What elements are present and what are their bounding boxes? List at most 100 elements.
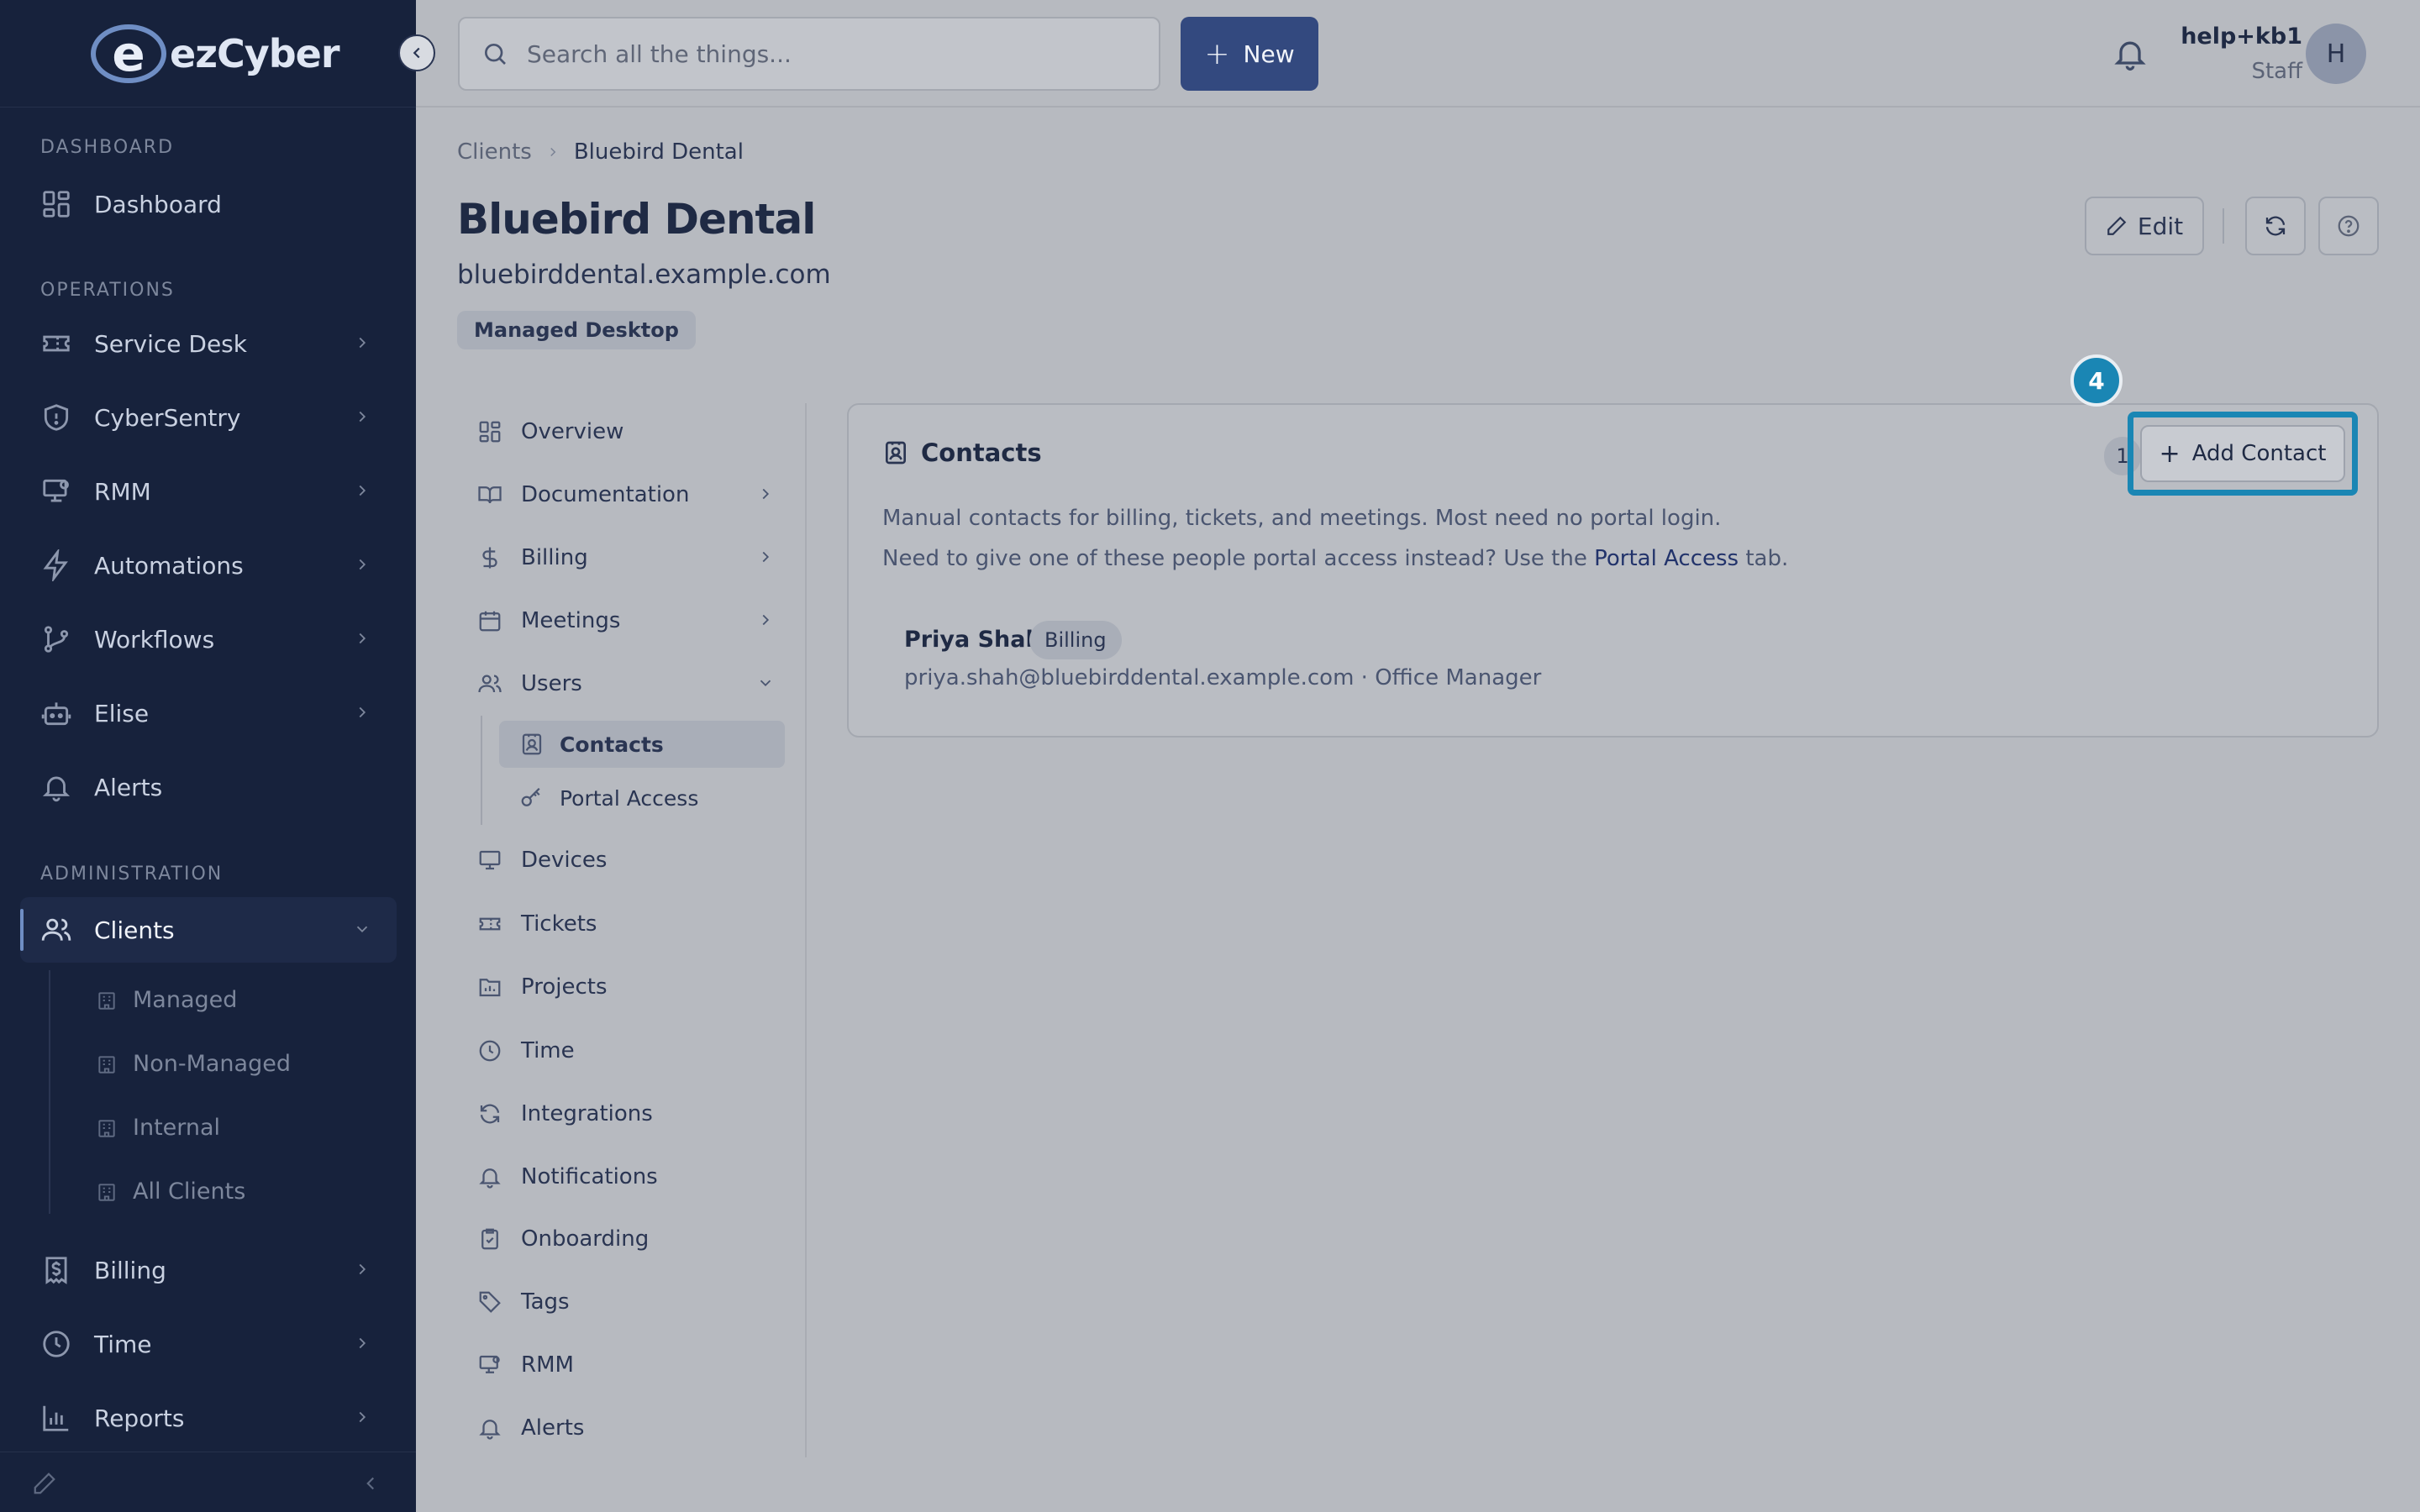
sidebar-item-label: Dashboard [94, 190, 222, 218]
sidebar: e ezCyber DASHBOARD Dashboard OPERATIONS… [0, 0, 416, 1512]
search-input[interactable] [527, 39, 1115, 68]
sidebar-item-dashboard[interactable]: Dashboard [20, 171, 397, 237]
new-button[interactable]: + New [1181, 17, 1318, 91]
subnav-projects[interactable]: Projects [472, 962, 783, 1012]
building-icon [98, 1119, 115, 1137]
sidebar-subitem-label: Internal [133, 1115, 221, 1141]
contact-name: Priya Shah [904, 627, 1042, 653]
sidebar-collapse-button[interactable] [398, 34, 435, 71]
bell-icon [479, 1420, 501, 1440]
plus-icon: + [1204, 36, 1230, 71]
subnav-users[interactable]: Users [472, 659, 783, 709]
user-name[interactable]: help+kb1 [2181, 24, 2302, 50]
help-button[interactable] [2318, 197, 2379, 255]
breadcrumb-separator-icon [550, 147, 556, 157]
chevron-left-icon [413, 47, 420, 59]
subnav-tickets[interactable]: Tickets [472, 899, 783, 949]
status-badge: Managed Desktop [457, 311, 696, 349]
user-role: Staff [2251, 59, 2302, 84]
dollar-icon [482, 547, 497, 569]
chevron-right-icon [359, 337, 366, 349]
edit-button[interactable]: Edit [2085, 197, 2204, 255]
avatar[interactable]: H [2306, 24, 2366, 84]
subnav-documentation[interactable]: Documentation [472, 470, 783, 520]
subnav-label: Contacts [560, 732, 664, 757]
chevron-right-icon [359, 485, 366, 496]
clipboard-check-icon [481, 1228, 498, 1250]
sidebar-item-automations[interactable]: Automations [20, 533, 397, 598]
portal-access-link[interactable]: Portal Access [1594, 546, 1739, 571]
sidebar-item-label: RMM [94, 477, 151, 506]
sidebar-item-clients[interactable]: Clients [20, 897, 397, 963]
logo[interactable]: e ezCyber [0, 0, 416, 108]
subnav-devices[interactable]: Devices [472, 835, 783, 885]
building-icon [98, 991, 115, 1010]
chevron-right-icon [762, 614, 770, 626]
section-label-operations: OPERATIONS [40, 280, 175, 301]
subnav-contacts[interactable]: Contacts [499, 721, 785, 768]
contacts-portal-hint: Need to give one of these people portal … [882, 546, 1788, 571]
robot-icon [41, 702, 71, 726]
sidebar-item-billing[interactable]: Billing [20, 1237, 397, 1303]
sidebar-subitem-non-managed[interactable]: Non-Managed [96, 1051, 291, 1077]
section-label-dashboard: DASHBOARD [40, 137, 175, 158]
subnav-overview[interactable]: Overview [472, 407, 783, 457]
subnav-meetings[interactable]: Meetings [472, 596, 783, 646]
pencil-icon [2107, 216, 2127, 235]
subnav-portal-access[interactable]: Portal Access [499, 774, 785, 822]
subnav-billing[interactable]: Billing [472, 533, 783, 583]
sidebar-subitem-managed[interactable]: Managed [96, 987, 237, 1013]
collapse-left-icon[interactable] [360, 1473, 381, 1494]
subnav-label: Users [521, 671, 582, 696]
sidebar-subitem-all-clients[interactable]: All Clients [96, 1179, 245, 1205]
search-box[interactable] [458, 17, 1160, 91]
calendar-icon [479, 611, 501, 632]
breadcrumb-link-clients[interactable]: Clients [457, 139, 532, 165]
sidebar-item-elise[interactable]: Elise [20, 680, 397, 746]
grid-icon [479, 421, 501, 443]
sidebar-item-reports[interactable]: Reports [20, 1385, 397, 1451]
ticket-icon [479, 917, 501, 931]
subnav-label: Onboarding [521, 1226, 650, 1252]
sidebar-subitem-label: Managed [133, 987, 238, 1013]
sidebar-item-rmm[interactable]: RMM [20, 459, 397, 524]
sidebar-item-time[interactable]: Time [20, 1311, 397, 1377]
add-contact-button[interactable]: + Add Contact [2140, 425, 2345, 482]
subnav-label: Portal Access [560, 785, 699, 811]
clock-icon [43, 1331, 70, 1357]
clock-icon [479, 1040, 501, 1062]
subnav-time[interactable]: Time [472, 1026, 783, 1076]
subnav-integrations[interactable]: Integrations [472, 1089, 783, 1139]
contacts-title-text: Contacts [921, 438, 1042, 467]
contact-details: priya.shah@bluebirddental.example.com · … [904, 665, 1542, 690]
chevron-down-icon [760, 680, 771, 687]
subnav-rmm[interactable]: RMM [472, 1340, 783, 1390]
grid-icon [43, 191, 70, 218]
subnav-onboarding[interactable]: Onboarding [472, 1214, 783, 1264]
sidebar-subitem-label: Non-Managed [133, 1051, 291, 1077]
subnav-label: Meetings [521, 608, 621, 633]
subnav-label: Time [521, 1038, 575, 1063]
lightning-icon [43, 549, 68, 581]
sidebar-subitem-internal[interactable]: Internal [96, 1115, 220, 1141]
refresh-icon [2265, 216, 2286, 236]
git-branch-icon [44, 626, 69, 653]
plus-icon: + [2159, 438, 2181, 469]
subnav-tags[interactable]: Tags [472, 1277, 783, 1327]
notifications-bell-icon[interactable] [2112, 35, 2149, 72]
pencil-icon[interactable] [32, 1471, 57, 1496]
sidebar-item-workflows[interactable]: Workflows [20, 606, 397, 672]
book-open-icon [478, 486, 502, 504]
chevron-right-icon [359, 1337, 366, 1349]
sidebar-item-label: Elise [94, 699, 150, 727]
sidebar-item-cybersentry[interactable]: CyberSentry [20, 385, 397, 450]
folder-chart-icon [479, 979, 501, 997]
contacts-card-title: Contacts [882, 438, 1042, 467]
subnav-notifications[interactable]: Notifications [472, 1152, 783, 1202]
breadcrumb: Clients Bluebird Dental [457, 139, 744, 165]
hint-text-pre: Need to give one of these people portal … [882, 546, 1595, 571]
subnav-alerts[interactable]: Alerts [472, 1403, 783, 1453]
sidebar-item-service-desk[interactable]: Service Desk [20, 311, 397, 376]
refresh-button[interactable] [2245, 197, 2306, 255]
sidebar-item-alerts[interactable]: Alerts [20, 754, 397, 820]
